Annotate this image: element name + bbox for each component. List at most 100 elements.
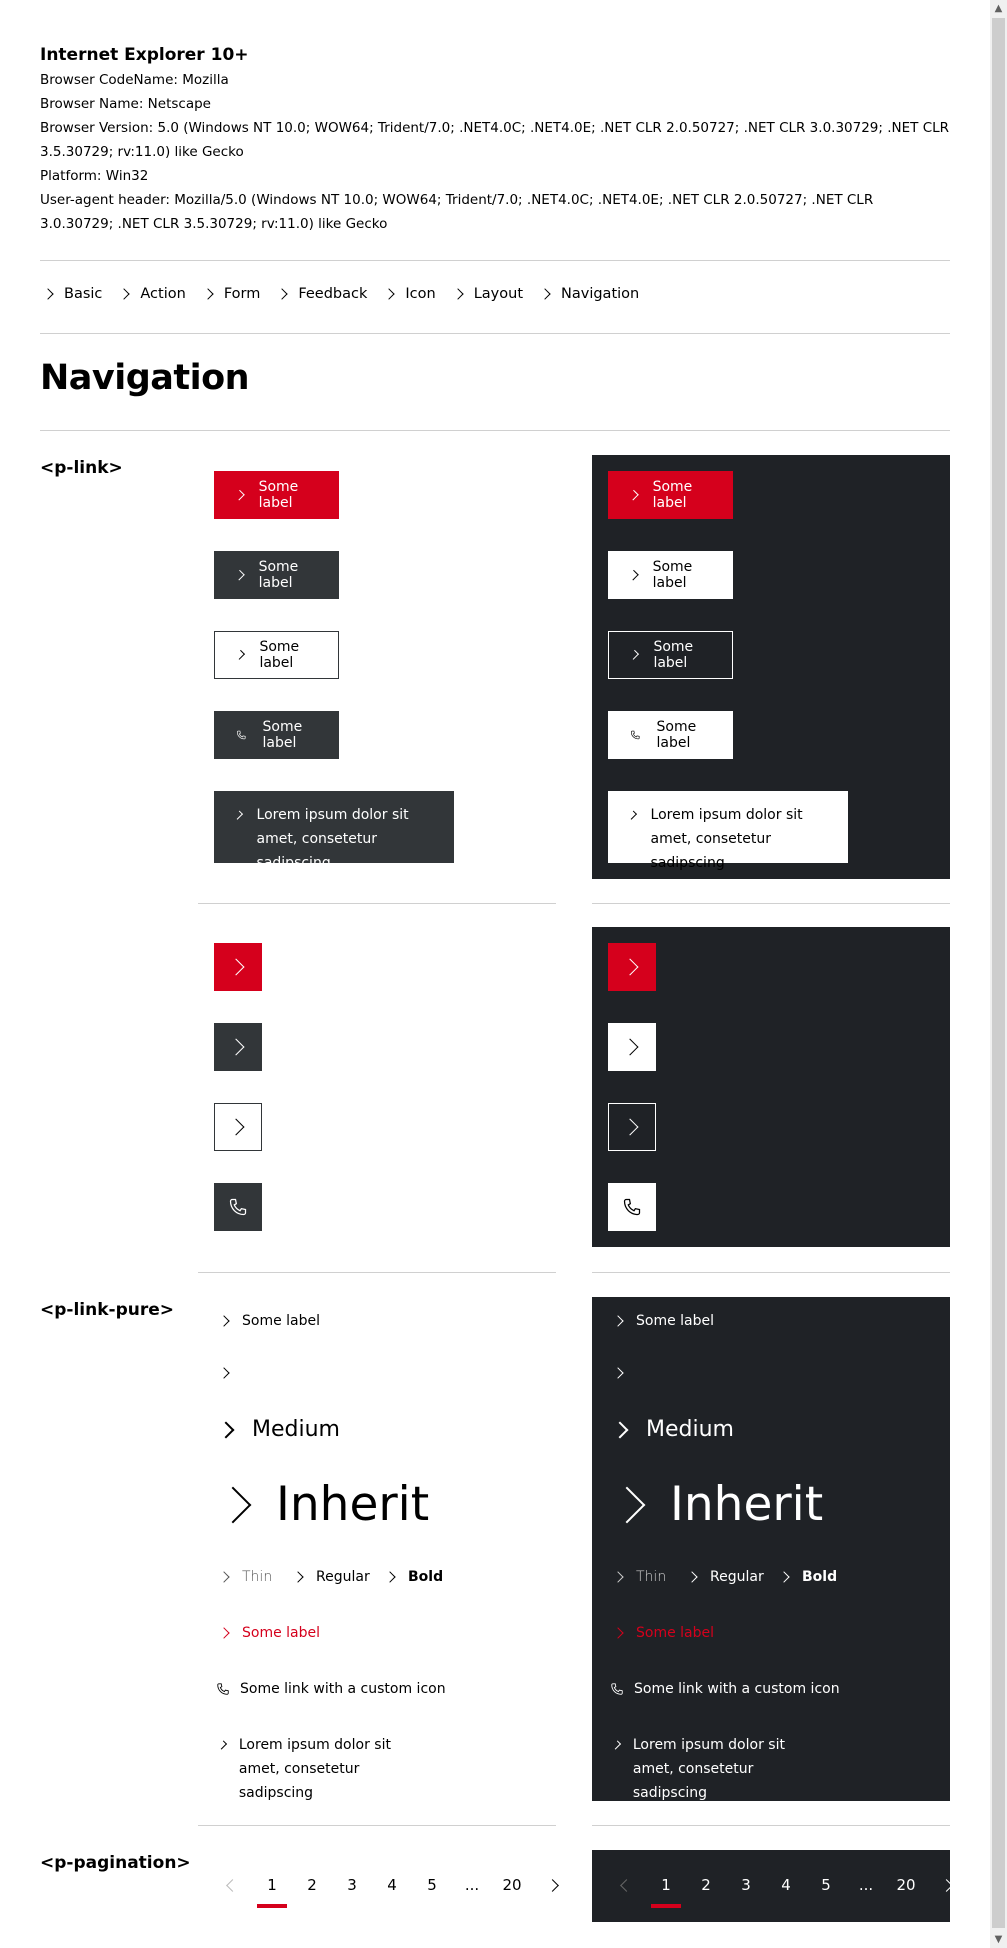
link-pure-label: Bold [408, 1569, 444, 1585]
icon-link-tertiary[interactable] [214, 1103, 262, 1151]
link-pure-label: Inherit [276, 1477, 430, 1532]
link-pure-multiline-dark[interactable]: Lorem ipsum dolor sit amet, consetetur s… [610, 1733, 830, 1805]
icon-link-phone-dark[interactable] [608, 1183, 656, 1231]
pagination-page[interactable]: 2 [686, 1876, 726, 1894]
pagination-page[interactable]: 20 [492, 1876, 532, 1894]
link-primary-dark[interactable]: Some label [608, 471, 733, 519]
icon-link-tertiary-dark[interactable] [608, 1103, 656, 1151]
pagination-page[interactable]: 1 [252, 1876, 292, 1908]
link-pure-default-dark[interactable]: Some label [610, 1313, 714, 1329]
link-pure-thin-dark[interactable]: Thin [610, 1569, 666, 1585]
vertical-scrollbar[interactable]: ▲ ▼ [990, 0, 1007, 1948]
phone-icon [217, 1683, 229, 1695]
link-pure-regular[interactable]: Regular [290, 1569, 370, 1585]
chevron-right-icon [218, 1367, 230, 1379]
link-phone[interactable]: Some label [214, 711, 339, 759]
link-pure-custom-icon-dark[interactable]: Some link with a custom icon [610, 1681, 840, 1697]
scroll-up-arrow-icon[interactable]: ▲ [990, 0, 1007, 17]
chevron-right-icon [217, 1740, 227, 1750]
link-pure-default[interactable]: Some label [216, 1313, 320, 1329]
link-pure-regular-dark[interactable]: Regular [684, 1569, 764, 1585]
pagination: 1 2 3 4 5 ... 20 [212, 1876, 572, 1908]
link-pure-custom-icon[interactable]: Some link with a custom icon [216, 1681, 446, 1697]
nav-link-basic[interactable]: Basic [40, 286, 102, 302]
icon-link-panel-light [198, 927, 556, 1247]
scroll-down-arrow-icon[interactable]: ▼ [990, 1931, 1007, 1948]
link-pure-medium[interactable]: Medium [216, 1417, 340, 1442]
link-label: Some label [653, 639, 694, 671]
pagination-next[interactable] [926, 1878, 950, 1892]
pagination-page[interactable]: 5 [806, 1876, 846, 1894]
nav-link-icon[interactable]: Icon [381, 286, 436, 302]
link-phone-dark[interactable]: Some label [608, 711, 733, 759]
pagination-page[interactable]: 4 [766, 1876, 806, 1894]
chevron-right-icon [621, 1118, 639, 1136]
link-tertiary-dark[interactable]: Some label [608, 631, 733, 679]
chevron-right-icon [202, 288, 214, 300]
link-tertiary[interactable]: Some label [214, 631, 339, 679]
pagination-page[interactable]: 3 [726, 1876, 766, 1894]
browser-info-title: Internet Explorer 10+ [40, 45, 249, 65]
divider [592, 1825, 950, 1826]
chevron-right-icon [218, 1571, 230, 1583]
nav-link-feedback[interactable]: Feedback [274, 286, 367, 302]
divider [40, 333, 950, 334]
link-pure-bold[interactable]: Bold [382, 1569, 443, 1585]
icon-link-primary-dark[interactable] [608, 943, 656, 991]
scrollbar-thumb[interactable] [992, 18, 1005, 1928]
chevron-right-icon [227, 1118, 245, 1136]
link-pure-inherit-dark[interactable]: Inherit [608, 1477, 823, 1532]
icon-link-primary[interactable] [214, 943, 262, 991]
pagination-next[interactable] [532, 1878, 572, 1892]
pagination-page[interactable]: 5 [412, 1876, 452, 1894]
pagination-page[interactable]: 1 [646, 1876, 686, 1908]
divider [592, 1272, 950, 1273]
icon-link-secondary[interactable] [214, 1023, 262, 1071]
pagination-page[interactable]: 20 [886, 1876, 926, 1894]
page-title: Navigation [40, 358, 250, 398]
link-multiline-dark[interactable]: Lorem ipsum dolor sit amet, consetetur s… [608, 791, 848, 871]
pagination-page[interactable]: 3 [332, 1876, 372, 1894]
icon-link-secondary-dark[interactable] [608, 1023, 656, 1071]
section-label-link-pure: <p-link-pure> [40, 1300, 175, 1320]
link-primary[interactable]: Some label [214, 471, 339, 519]
link-pure-thin[interactable]: Thin [216, 1569, 272, 1585]
link-pure-multiline[interactable]: Lorem ipsum dolor sit amet, consetetur s… [216, 1733, 436, 1805]
pagination-panel-light: 1 2 3 4 5 ... 20 [198, 1850, 559, 1922]
link-multiline[interactable]: Lorem ipsum dolor sit amet, consetetur s… [214, 791, 454, 871]
chevron-right-icon [233, 810, 243, 820]
icon-link-phone[interactable] [214, 1183, 262, 1231]
link-pure-inherit[interactable]: Inherit [214, 1477, 430, 1532]
link-pure-icon-only-dark[interactable] [610, 1367, 636, 1379]
pagination-prev[interactable] [606, 1878, 646, 1892]
phone-icon [630, 730, 640, 740]
chevron-right-icon [628, 569, 639, 581]
pagination-prev[interactable] [212, 1878, 252, 1892]
nav-link-action[interactable]: Action [116, 286, 186, 302]
chevron-right-icon [235, 649, 246, 661]
pagination-page[interactable]: 2 [292, 1876, 332, 1894]
link-secondary-dark[interactable]: Some label [608, 551, 733, 599]
link-label: Lorem ipsum dolor sit amet, consetetur s… [650, 807, 803, 871]
category-nav: Basic Action Form Feedback Icon Layout N… [40, 286, 653, 302]
link-pure-icon-only[interactable] [216, 1367, 242, 1379]
link-pure-active[interactable]: Some label [216, 1625, 320, 1641]
link-label: Some label [258, 559, 299, 591]
browser-name: Browser Name: Netscape [40, 96, 211, 112]
link-pure-label: Regular [710, 1569, 764, 1585]
link-pure-bold-dark[interactable]: Bold [776, 1569, 837, 1585]
chevron-right-icon [621, 1038, 639, 1056]
chevron-right-icon [539, 288, 551, 300]
link-secondary[interactable]: Some label [214, 551, 339, 599]
link-pure-active-dark[interactable]: Some label [610, 1625, 714, 1641]
chevron-right-icon [227, 958, 245, 976]
nav-link-navigation[interactable]: Navigation [537, 286, 639, 302]
link-pure-panel-light: Some label Medium Inherit Thin Regular B… [198, 1297, 556, 1801]
link-pure-medium-dark[interactable]: Medium [610, 1417, 734, 1442]
chevron-right-icon [545, 1878, 559, 1892]
nav-link-form[interactable]: Form [200, 286, 260, 302]
link-pure-label: Some link with a custom icon [634, 1681, 840, 1697]
nav-link-layout[interactable]: Layout [450, 286, 523, 302]
pagination-ellipsis: ... [858, 1876, 874, 1894]
pagination-page[interactable]: 4 [372, 1876, 412, 1894]
